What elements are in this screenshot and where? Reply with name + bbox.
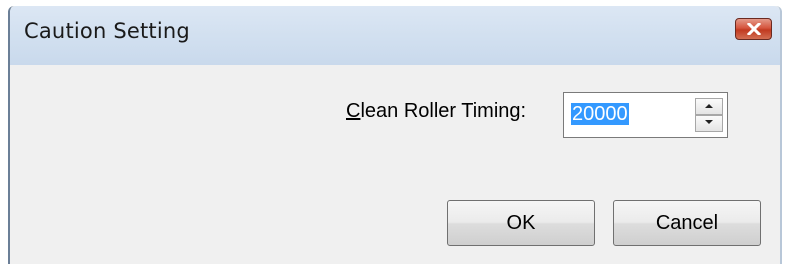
clean-roller-timing-value[interactable]: 20000	[571, 103, 629, 125]
label-mnemonic: C	[346, 100, 361, 122]
title-bar[interactable]: Caution Setting	[10, 6, 780, 65]
cancel-button[interactable]: Cancel	[613, 200, 761, 246]
window-title: Caution Setting	[24, 19, 190, 43]
caution-setting-dialog: Caution Setting Clean Roller Timing: 200…	[8, 6, 782, 264]
clean-roller-timing-spinner[interactable]: 20000	[563, 92, 728, 138]
clean-roller-timing-label: Clean Roller Timing:	[346, 100, 526, 123]
dialog-body: Clean Roller Timing: 20000 OK Cancel	[10, 65, 780, 264]
spin-up-button[interactable]	[695, 98, 723, 115]
arrow-up-icon	[705, 104, 713, 108]
ok-button[interactable]: OK	[447, 200, 595, 246]
arrow-down-icon	[705, 120, 713, 124]
close-button[interactable]	[735, 18, 772, 40]
label-text: lean Roller Timing:	[360, 100, 527, 122]
spin-down-button[interactable]	[695, 115, 723, 132]
close-icon	[747, 23, 761, 35]
